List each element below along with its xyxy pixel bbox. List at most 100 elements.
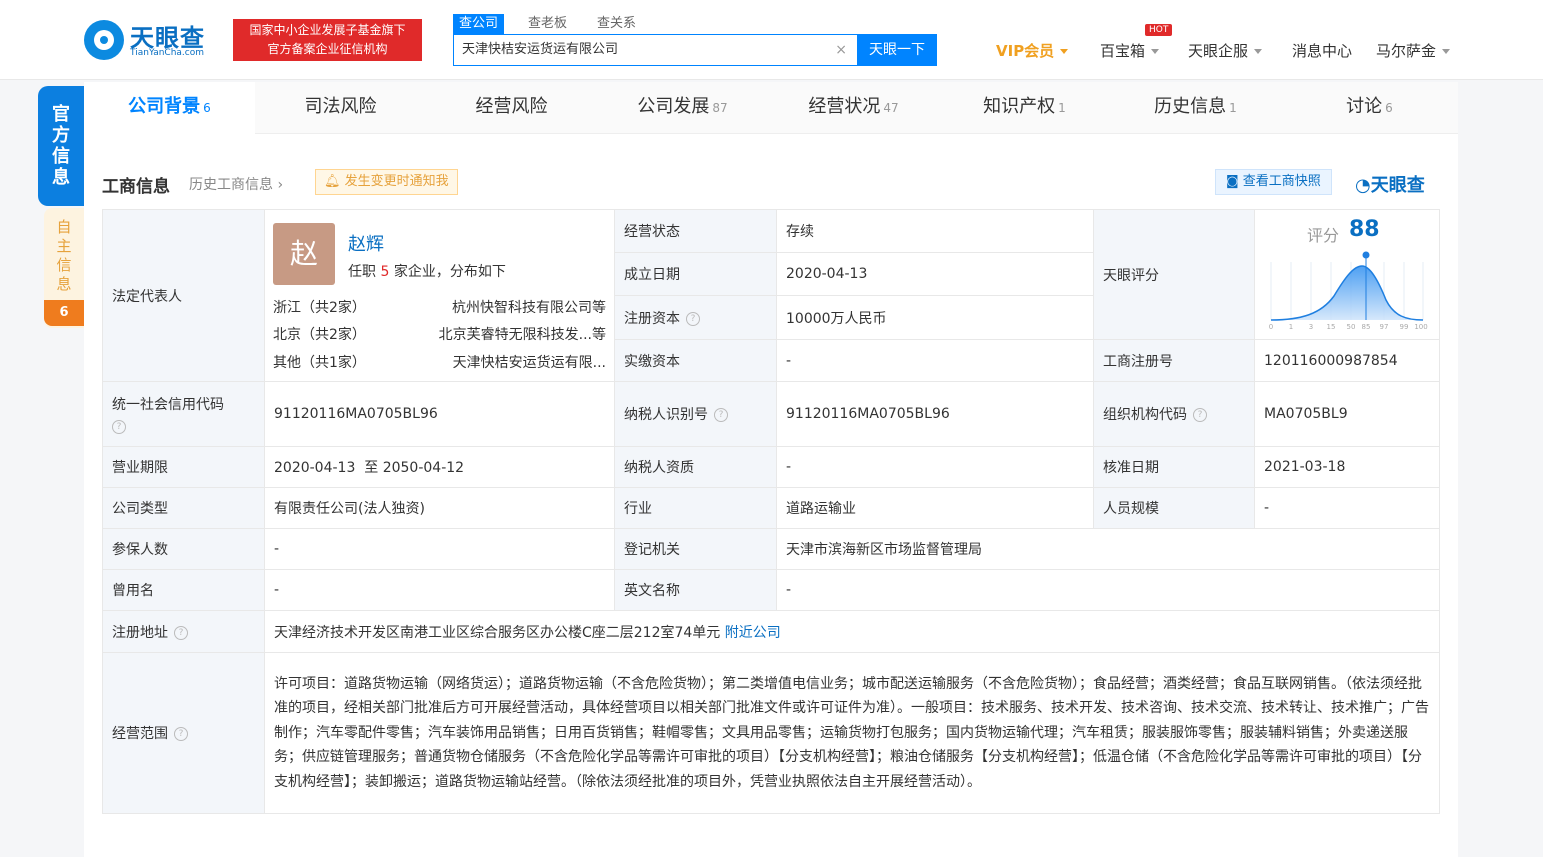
search-input[interactable]: 天津快桔安运货运有限公司 × xyxy=(453,34,858,66)
tab-label: 经营状况 xyxy=(808,96,881,117)
tab-count: 47 xyxy=(883,101,899,115)
snapshot-button[interactable]: ◙ 查看工商快照 xyxy=(1215,169,1332,195)
rep-region: 北京（共2家） xyxy=(273,327,366,343)
rep-region-row[interactable]: 其他（共1家） 天津快桔安运货运有限... xyxy=(273,352,606,372)
official-badge: 国家中小企业发展子基金旗下 官方备案企业征信机构 xyxy=(233,19,422,61)
help-icon[interactable]: ? xyxy=(686,311,700,326)
axis-tick: 97 xyxy=(1380,323,1389,331)
axis-tick: 15 xyxy=(1327,323,1336,331)
tab-count: 6 xyxy=(1385,101,1393,115)
clear-search-icon[interactable]: × xyxy=(835,35,847,65)
tab-count: 1 xyxy=(1229,101,1237,115)
former-name-label: 曾用名 xyxy=(102,569,265,611)
rep-summary-prefix: 任职 xyxy=(348,264,376,280)
qiye-menu[interactable]: 天眼企服 xyxy=(1188,40,1263,61)
tab-operating-status[interactable]: 经营状况 47 xyxy=(768,82,939,134)
address-value: 天津经济技术开发区南港工业区综合服务区办公楼C座二层212室74单元 xyxy=(274,624,721,641)
chevron-down-icon xyxy=(1151,49,1160,54)
help-icon[interactable]: ? xyxy=(174,727,188,741)
eye-logo-icon: ◔ xyxy=(1355,175,1371,196)
tab-intellectual-property[interactable]: 知识产权 1 xyxy=(939,82,1110,134)
rep-summary: 任职 5 家企业，分布如下 xyxy=(348,261,506,281)
camera-icon: ◙ xyxy=(1226,174,1243,189)
search-input-value: 天津快桔安运货运有限公司 xyxy=(462,42,619,57)
nearby-companies-link[interactable]: 附近公司 xyxy=(725,625,781,641)
address-label: 注册地址 xyxy=(112,624,168,641)
tab-operating-risk[interactable]: 经营风险 xyxy=(426,82,597,134)
top-header: 天眼查 TianYanCha.com 国家中小企业发展子基金旗下 官方备案企业征… xyxy=(0,0,1543,80)
score-marker-icon xyxy=(1362,251,1370,259)
approve-label: 核准日期 xyxy=(1093,446,1255,488)
logo-domain: TianYanCha.com xyxy=(130,48,205,58)
vip-label: VIP会员 xyxy=(996,42,1055,60)
search-tab-company[interactable]: 查公司 xyxy=(453,14,505,34)
tax-qual-label: 纳税人资质 xyxy=(614,446,777,488)
help-icon[interactable]: ? xyxy=(714,408,728,422)
rep-company-count: 5 xyxy=(380,264,390,280)
tab-company-development[interactable]: 公司发展 87 xyxy=(597,82,768,134)
vip-menu[interactable]: VIP会员 xyxy=(996,40,1069,61)
staff-label: 人员规模 xyxy=(1093,487,1255,529)
established-label: 成立日期 xyxy=(614,252,777,296)
insured-label: 参保人数 xyxy=(102,528,265,570)
axis-tick: 99 xyxy=(1400,323,1409,331)
former-name-value: - xyxy=(264,569,615,611)
axis-tick: 0 xyxy=(1269,323,1273,331)
industry-value: 道路运输业 xyxy=(776,487,1094,529)
chevron-down-icon xyxy=(1254,49,1263,54)
term-value: 2020-04-13 至 2050-04-12 xyxy=(264,446,615,488)
industry-label: 行业 xyxy=(614,487,777,529)
paid-label: 实缴资本 xyxy=(614,339,777,382)
tianyancha-mini-logo: ◔天眼查 xyxy=(1355,171,1425,197)
messages-link[interactable]: 消息中心 xyxy=(1292,40,1352,61)
paid-value: - xyxy=(776,339,1094,382)
en-name-value: - xyxy=(776,569,1440,611)
tab-judicial-risk[interactable]: 司法风险 xyxy=(255,82,426,134)
rep-region-row[interactable]: 浙江（共2家） 杭州快智科技有限公司等 xyxy=(273,297,606,317)
section-title: 工商信息 xyxy=(102,177,170,197)
type-label: 公司类型 xyxy=(102,487,265,529)
baibao-label: 百宝箱 xyxy=(1100,42,1146,60)
tab-label: 讨论 xyxy=(1346,96,1383,117)
tab-history-info[interactable]: 历史信息 1 xyxy=(1110,82,1281,134)
help-icon[interactable]: ? xyxy=(1193,408,1207,422)
help-icon[interactable]: ? xyxy=(174,625,188,640)
axis-tick: 85 xyxy=(1362,323,1371,331)
tab-label: 公司发展 xyxy=(637,96,710,117)
tab-label: 公司背景 xyxy=(128,96,201,117)
search-tab-boss[interactable]: 查老板 xyxy=(522,14,573,34)
rep-label: 法定代表人 xyxy=(102,209,265,382)
score-axis-ticks: 0 1 3 15 50 85 97 99 100 xyxy=(1269,323,1428,331)
side-self-label: 自主信息 xyxy=(56,218,72,293)
qiye-label: 天眼企服 xyxy=(1188,42,1249,60)
side-tab-official[interactable]: 官方信息 xyxy=(38,86,84,206)
notify-button[interactable]: 🔔︎ 发生变更时通知我 xyxy=(315,169,458,195)
user-name: 马尔萨金 xyxy=(1376,42,1437,60)
tab-company-background[interactable]: 公司背景 6 xyxy=(84,82,255,134)
search-button[interactable]: 天眼一下 xyxy=(857,34,937,66)
reg-no-value: 120116000987854 xyxy=(1254,339,1440,382)
address-cell: 天津经济技术开发区南港工业区综合服务区办公楼C座二层212室74单元 附近公司 xyxy=(264,610,1440,653)
badge-line-1: 国家中小企业发展子基金旗下 xyxy=(249,23,406,37)
axis-tick: 50 xyxy=(1347,323,1356,331)
search-tab-relation[interactable]: 查关系 xyxy=(591,14,642,34)
org-label-cell: 组织机构代码? xyxy=(1093,381,1255,447)
tianyancha-logo[interactable]: 天眼查 TianYanCha.com xyxy=(84,18,222,62)
org-label: 组织机构代码 xyxy=(1103,407,1187,423)
scope-label: 经营范围 xyxy=(112,726,168,742)
bell-icon: 🔔︎ xyxy=(324,174,345,189)
axis-tick: 3 xyxy=(1309,323,1313,331)
tab-label: 经营风险 xyxy=(475,96,548,117)
scope-value: 许可项目：道路货物运输（网络货运）；道路货物运输（不含危险货物）；第二类增值电信… xyxy=(264,652,1440,814)
status-value: 存续 xyxy=(776,209,1094,253)
rep-name-link[interactable]: 赵辉 xyxy=(348,230,384,256)
help-icon[interactable]: ? xyxy=(112,420,126,434)
rep-region-row[interactable]: 北京（共2家） 北京芙睿特无限科技发...等 xyxy=(273,324,606,344)
search-tabs: 查公司 查老板 查关系 xyxy=(453,14,660,34)
history-business-link[interactable]: 历史工商信息 › xyxy=(189,174,283,194)
axis-tick: 100 xyxy=(1414,323,1427,331)
user-menu[interactable]: 马尔萨金 xyxy=(1376,40,1451,61)
avatar[interactable]: 赵 xyxy=(273,223,335,285)
tab-discussion[interactable]: 讨论 6 xyxy=(1281,82,1458,134)
baibao-menu[interactable]: 百宝箱 xyxy=(1100,40,1160,61)
